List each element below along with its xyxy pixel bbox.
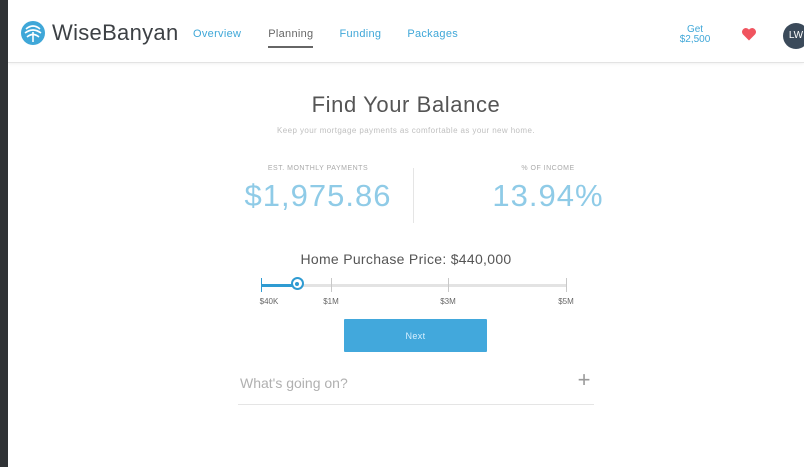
- income-percent-stat: % OF INCOME 13.94%: [463, 165, 633, 214]
- slider-label-40k: $40K: [259, 297, 279, 306]
- monthly-payment-stat: EST. MONTHLY PAYMENTS $1,975.86: [233, 165, 403, 214]
- heart-icon[interactable]: [741, 26, 757, 42]
- slider-tick-3m: [448, 278, 449, 292]
- slider-handle[interactable]: [290, 277, 304, 290]
- question-row: +: [238, 362, 594, 405]
- next-button[interactable]: Next: [344, 319, 487, 352]
- app-window: WiseBanyan Overview Planning Funding Pac…: [8, 0, 804, 467]
- get-reward-link[interactable]: Get $2,500: [677, 25, 713, 45]
- whats-going-on-input[interactable]: [238, 370, 562, 396]
- income-percent-label: % OF INCOME: [521, 165, 575, 172]
- monthly-payment-label: EST. MONTHLY PAYMENTS: [267, 165, 369, 172]
- nav-funding[interactable]: Funding: [339, 28, 381, 48]
- home-price-label: Home Purchase Price: $440,000: [300, 251, 512, 267]
- slider-track[interactable]: [261, 284, 567, 287]
- main-nav: Overview Planning Funding Packages: [193, 28, 484, 48]
- slider-label-3m: $3M: [440, 297, 456, 306]
- home-price-slider[interactable]: [253, 277, 573, 307]
- slider-tick-40k: [261, 278, 262, 292]
- banyan-logo-icon: [21, 21, 45, 45]
- logo-text: WiseBanyan: [52, 20, 179, 45]
- user-avatar[interactable]: LW: [783, 23, 804, 49]
- slider-label-5m: $5M: [558, 297, 574, 306]
- plus-icon[interactable]: +: [574, 368, 594, 392]
- monthly-payment-value: $1,975.86: [244, 178, 392, 213]
- page-title: Find Your Balance: [311, 92, 501, 117]
- logo[interactable]: WiseBanyan: [20, 20, 179, 46]
- stat-divider: [413, 168, 414, 223]
- income-percent-value: 13.94%: [492, 178, 604, 213]
- nav-planning[interactable]: Planning: [268, 28, 314, 48]
- reward-line-amount: $2,500: [679, 34, 711, 45]
- slider-tick-5m: [566, 278, 567, 292]
- slider-tick-1m: [331, 278, 332, 292]
- nav-packages[interactable]: Packages: [407, 28, 458, 48]
- nav-overview[interactable]: Overview: [193, 28, 241, 48]
- slider-label-1m: $1M: [323, 297, 339, 306]
- page-subtitle: Keep your mortgage payments as comfortab…: [277, 126, 535, 135]
- top-navbar: WiseBanyan Overview Planning Funding Pac…: [8, 0, 804, 63]
